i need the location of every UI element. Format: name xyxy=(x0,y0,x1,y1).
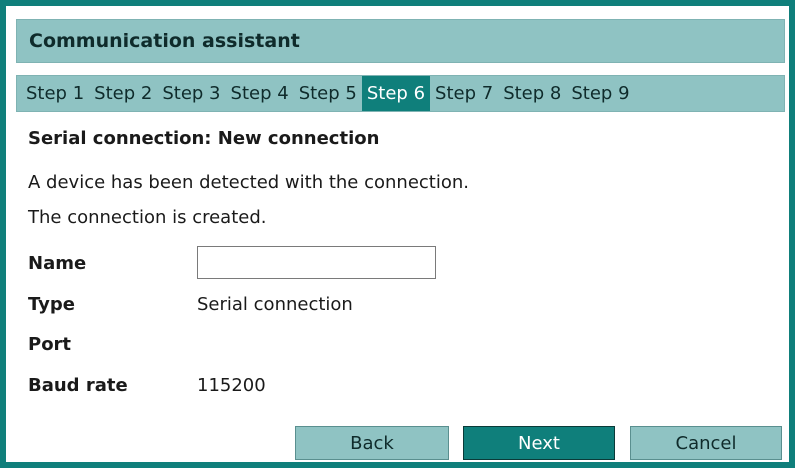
next-button[interactable]: Next xyxy=(463,426,615,460)
step-7-tab[interactable]: Step 7 xyxy=(430,76,498,111)
baud-rate-label: Baud rate xyxy=(28,375,128,396)
step-9-tab[interactable]: Step 9 xyxy=(566,76,634,111)
step-2-tab[interactable]: Step 2 xyxy=(89,76,157,111)
step-5-tab[interactable]: Step 5 xyxy=(294,76,362,111)
step-8-tab[interactable]: Step 8 xyxy=(498,76,566,111)
window-title: Communication assistant xyxy=(29,30,300,52)
back-button[interactable]: Back xyxy=(295,426,449,460)
communication-assistant-window: Communication assistant Step 1 Step 2 St… xyxy=(0,0,795,468)
port-label: Port xyxy=(28,334,72,355)
step-4-tab[interactable]: Step 4 xyxy=(226,76,294,111)
baud-rate-value: 115200 xyxy=(197,375,266,396)
name-label: Name xyxy=(28,253,87,274)
type-value: Serial connection xyxy=(197,294,353,315)
type-label: Type xyxy=(28,294,75,315)
cancel-button[interactable]: Cancel xyxy=(630,426,782,460)
section-heading: Serial connection: New connection xyxy=(28,128,380,149)
description-line-2: The connection is created. xyxy=(28,207,267,228)
step-3-tab[interactable]: Step 3 xyxy=(157,76,225,111)
step-1-tab[interactable]: Step 1 xyxy=(21,76,89,111)
steps-bar: Step 1 Step 2 Step 3 Step 4 Step 5 Step … xyxy=(16,75,785,112)
name-input[interactable] xyxy=(197,246,436,279)
description-line-1: A device has been detected with the conn… xyxy=(28,172,469,193)
window-title-bar: Communication assistant xyxy=(16,19,785,63)
step-6-tab[interactable]: Step 6 xyxy=(361,76,431,111)
